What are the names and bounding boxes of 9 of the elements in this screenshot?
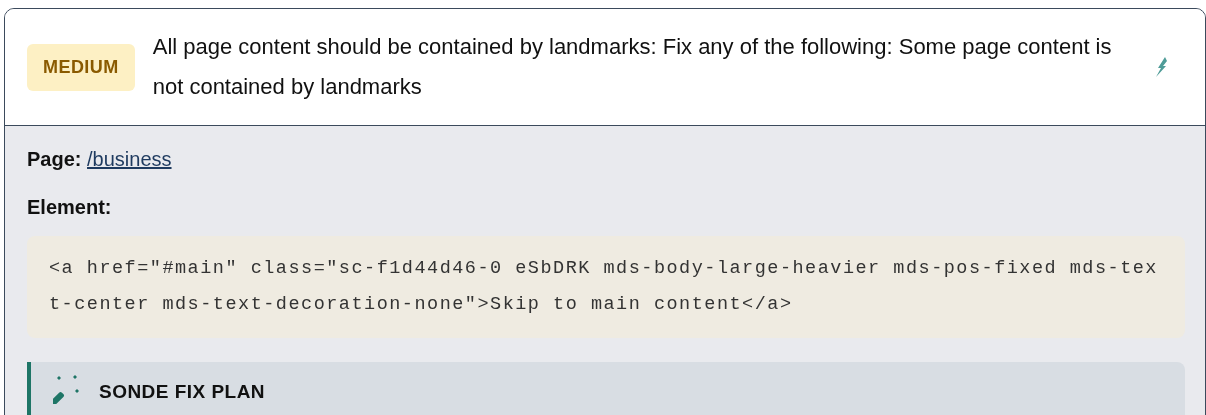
severity-badge: MEDIUM xyxy=(27,43,135,91)
lightning-icon xyxy=(1155,57,1169,77)
issue-header[interactable]: MEDIUM All page content should be contained by landmarks: Fix any of the following: Some page content is not contained by landmarks xyxy=(5,9,1205,126)
issue-title: All page content should be contained by landmarks: Fix any of the following: Some page content is not contained by landmarks xyxy=(152,33,1113,101)
page-link[interactable]: /business xyxy=(87,148,172,170)
fix-plan-title: SONDE FIX PLAN xyxy=(99,380,266,404)
code-block: <a href="#main" class="sc-f1d44d46-0 eSbDRK mds-body-large-heavier mds-pos-fixed mds-text-center mds-text-decoration-none">Skip to main content</a> xyxy=(27,236,1185,338)
element-label: Element: xyxy=(27,195,113,220)
page-label: Page: xyxy=(27,148,82,170)
